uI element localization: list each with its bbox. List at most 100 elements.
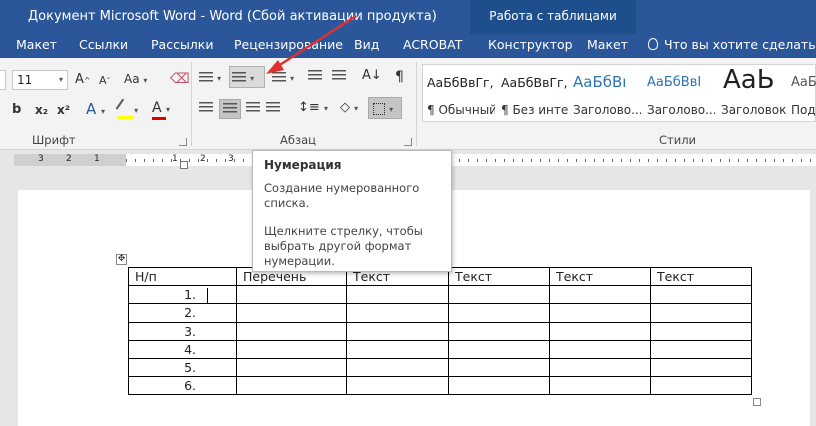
tell-me-box[interactable]: Что вы хотите сделать? [648,37,816,52]
ruler-mark: 2 [66,154,72,164]
table-cell[interactable] [346,285,449,305]
tab-table-layout[interactable]: Макет [587,37,628,52]
center-button[interactable] [219,99,241,119]
tab-references[interactable]: Ссылки [79,37,128,52]
tab-layout[interactable]: Макет [16,37,57,52]
style-name: Подза [791,103,816,117]
grow-font-button[interactable]: A^ [75,72,91,87]
increase-indent-button[interactable] [332,70,346,85]
font-dialog-launcher-icon[interactable] [179,138,187,146]
style-sample: АаЬ [723,65,775,95]
table-cell[interactable] [549,321,651,341]
table-cell[interactable] [650,303,752,323]
table-cell[interactable] [549,376,651,396]
style-normal[interactable]: АаБбВвГг, ¶ Обычный [423,65,495,123]
table-cell[interactable] [549,303,651,323]
table-cell[interactable] [346,303,449,323]
style-sample: АаБб [791,75,816,90]
table-cell[interactable] [346,357,449,378]
font-size-dropdown-icon: ▾ [58,75,63,84]
align-left-button[interactable] [199,102,213,117]
table-cell[interactable] [650,376,752,396]
text-effects-button[interactable]: A ▾ [86,100,105,118]
row-number-cell[interactable]: 1. [128,285,237,305]
style-title[interactable]: АаЬ Заголовок [717,65,789,123]
highlight-button[interactable]: ▾ [115,98,138,119]
sort-button[interactable]: A↓ [362,68,382,83]
table-cell[interactable] [346,376,449,396]
table-cell[interactable] [236,357,347,378]
subscript-button[interactable]: x₂ [35,103,48,117]
table-row: 1. [128,285,752,305]
table-cell[interactable] [346,339,449,359]
table-cell[interactable] [448,285,550,305]
clear-formatting-button[interactable]: ⌫ [170,71,190,87]
style-heading-2[interactable]: АаБбВвI Заголово... [643,65,715,123]
superscript-button[interactable]: x² [57,103,70,117]
decrease-indent-button[interactable] [308,70,322,85]
table-move-handle-icon[interactable]: ✥ [116,254,127,265]
table-header-cell[interactable]: Текст [448,266,550,287]
grow-font-caret-icon: ^ [83,76,91,85]
change-case-button[interactable]: Aa ▾ [124,72,147,86]
table-header-cell[interactable]: Текст [650,266,752,287]
font-color-button[interactable]: A ▾ [152,100,170,120]
shrink-font-button[interactable]: Aˇ [99,74,111,87]
table-cell[interactable] [448,339,550,359]
table-cell[interactable] [346,321,449,341]
row-number-cell[interactable]: 5. [128,357,237,378]
tab-mailings[interactable]: Рассылки [151,37,213,52]
table-cell[interactable] [448,321,550,341]
tab-acrobat[interactable]: ACROBAT [403,37,462,52]
bullets-dropdown-icon: ▾ [217,74,222,83]
style-no-spacing[interactable]: АаБбВвГг, ¶ Без инте... [497,65,569,123]
table-header-cell[interactable]: Н/п [128,266,237,287]
table-cell[interactable] [650,285,752,305]
numbering-button[interactable]: ▾ [229,66,265,88]
table-cell[interactable] [549,339,651,359]
table-row: 4. [128,339,752,359]
table-resize-handle-icon[interactable] [753,398,761,406]
table-cell[interactable] [650,321,752,341]
table-cell[interactable] [549,357,651,378]
text-caret [207,288,208,303]
tooltip-line: нумерации. [264,254,335,268]
paragraph-dialog-launcher-icon[interactable] [404,138,412,146]
table-cell[interactable] [650,357,752,378]
style-subtitle[interactable]: АаБб Подза [787,65,816,123]
table-cell[interactable] [236,339,347,359]
row-number-cell[interactable]: 4. [128,339,237,359]
table-header-cell[interactable]: Текст [549,266,651,287]
bold-button[interactable]: b [12,102,21,117]
style-heading-1[interactable]: АаБбВı Заголово... [569,65,641,123]
indent-marker-icon[interactable] [180,161,188,169]
font-name-combo[interactable] [0,70,6,90]
table-cell[interactable] [549,285,651,305]
table-cell[interactable] [236,303,347,323]
table-cell[interactable] [236,285,347,305]
ribbon-tab-row: Макет Ссылки Рассылки Рецензирование Вид… [0,34,816,58]
table-cell[interactable] [448,303,550,323]
row-number-cell[interactable]: 6. [128,376,237,396]
table-cell[interactable] [236,376,347,396]
borders-icon [373,102,385,115]
row-number-cell[interactable]: 3. [128,321,237,341]
bullets-button[interactable]: ▾ [199,70,221,85]
justify-button[interactable] [266,102,280,117]
row-number-cell[interactable]: 2. [128,303,237,323]
align-right-button[interactable] [246,102,260,117]
table-cell[interactable] [448,376,550,396]
multilevel-list-button[interactable]: ▾ [272,70,294,85]
table-cell[interactable] [448,357,550,378]
line-spacing-button[interactable]: ↕≡ ▾ [298,100,328,115]
tab-view[interactable]: Вид [354,37,379,52]
shading-button[interactable]: ◇ ▾ [340,100,358,115]
font-size-combo[interactable]: 11 ▾ [12,70,68,90]
justify-icon [266,102,280,113]
table-cell[interactable] [650,339,752,359]
show-formatting-marks-button[interactable]: ¶ [395,69,404,85]
tab-table-design[interactable]: Конструктор [488,37,573,52]
table-cell[interactable] [236,321,347,341]
borders-button[interactable]: ▾ [368,97,402,119]
tab-review[interactable]: Рецензирование [234,37,343,52]
